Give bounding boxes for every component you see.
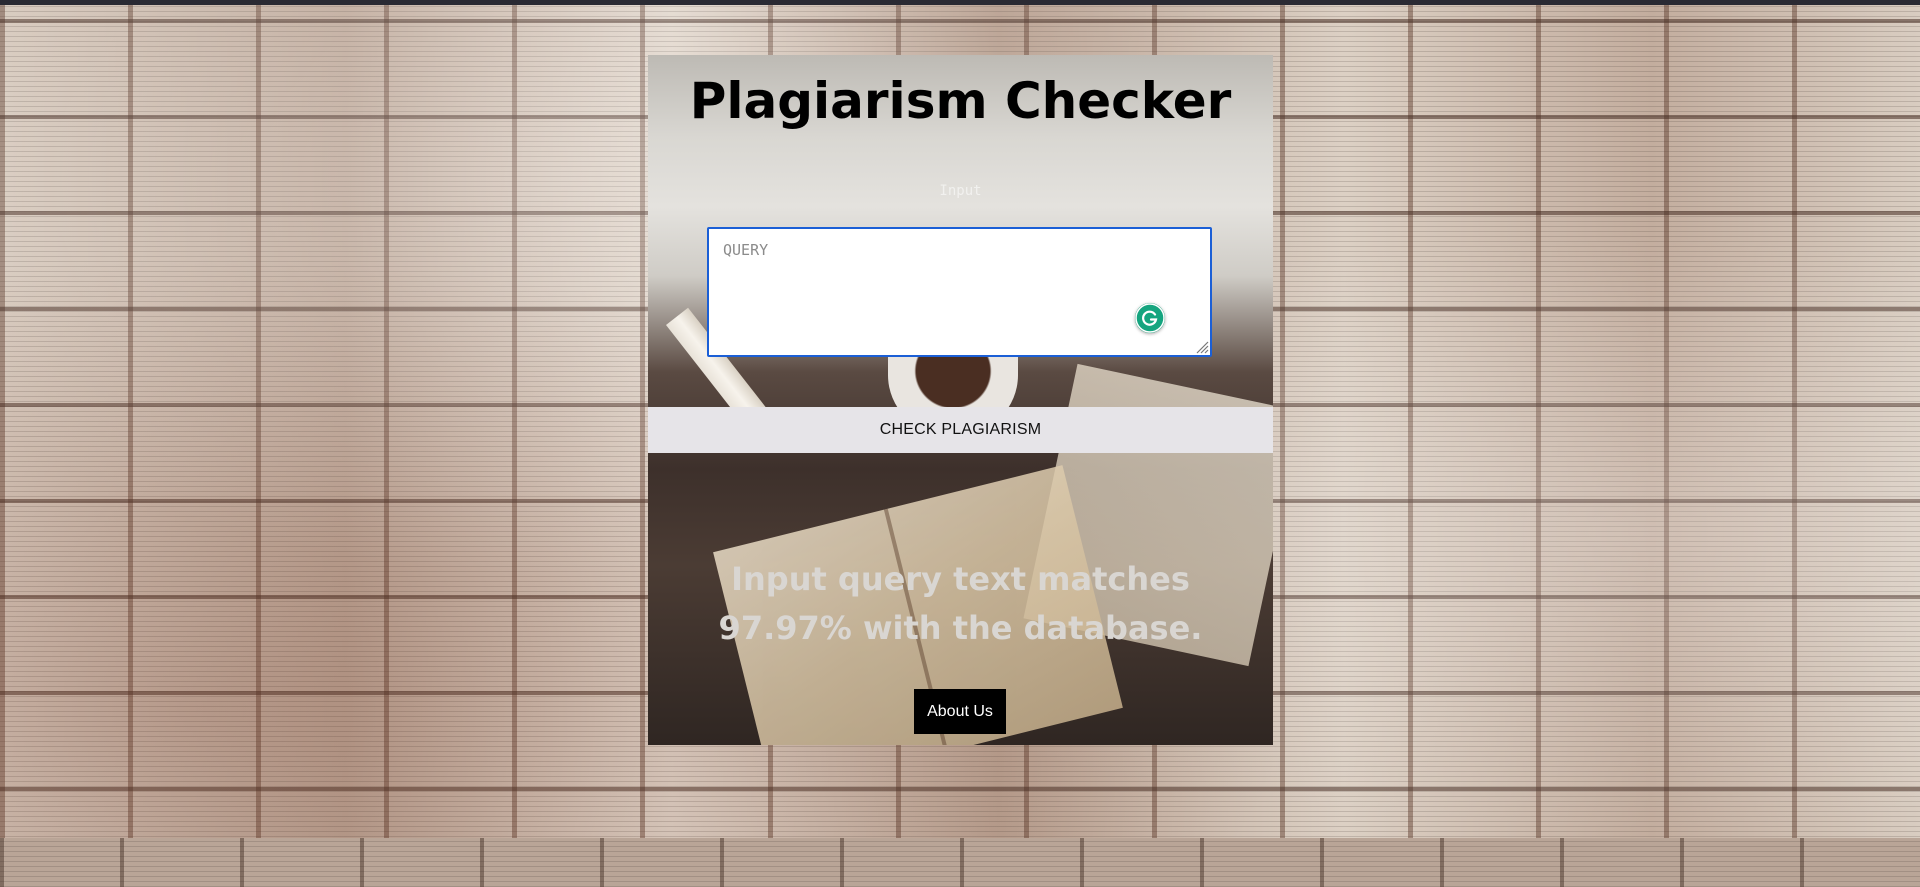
resize-grip-icon[interactable] [1193,338,1209,354]
page-title: Plagiarism Checker [689,72,1232,130]
grammar-assistant-icon[interactable] [1135,303,1165,333]
about-us-button[interactable]: About Us [914,689,1006,734]
top-edge [0,0,1920,5]
result-message: Input query text matches 97.97% with the… [718,560,1203,647]
query-field-wrapper [707,227,1212,357]
query-label: Input [939,183,982,199]
checker-panel: Plagiarism Checker Input CHECK PLAGIARIS… [648,55,1273,745]
check-plagiarism-button[interactable]: CHECK PLAGIARISM [648,407,1273,453]
bottom-edge [0,838,1920,887]
query-input[interactable] [707,227,1212,357]
